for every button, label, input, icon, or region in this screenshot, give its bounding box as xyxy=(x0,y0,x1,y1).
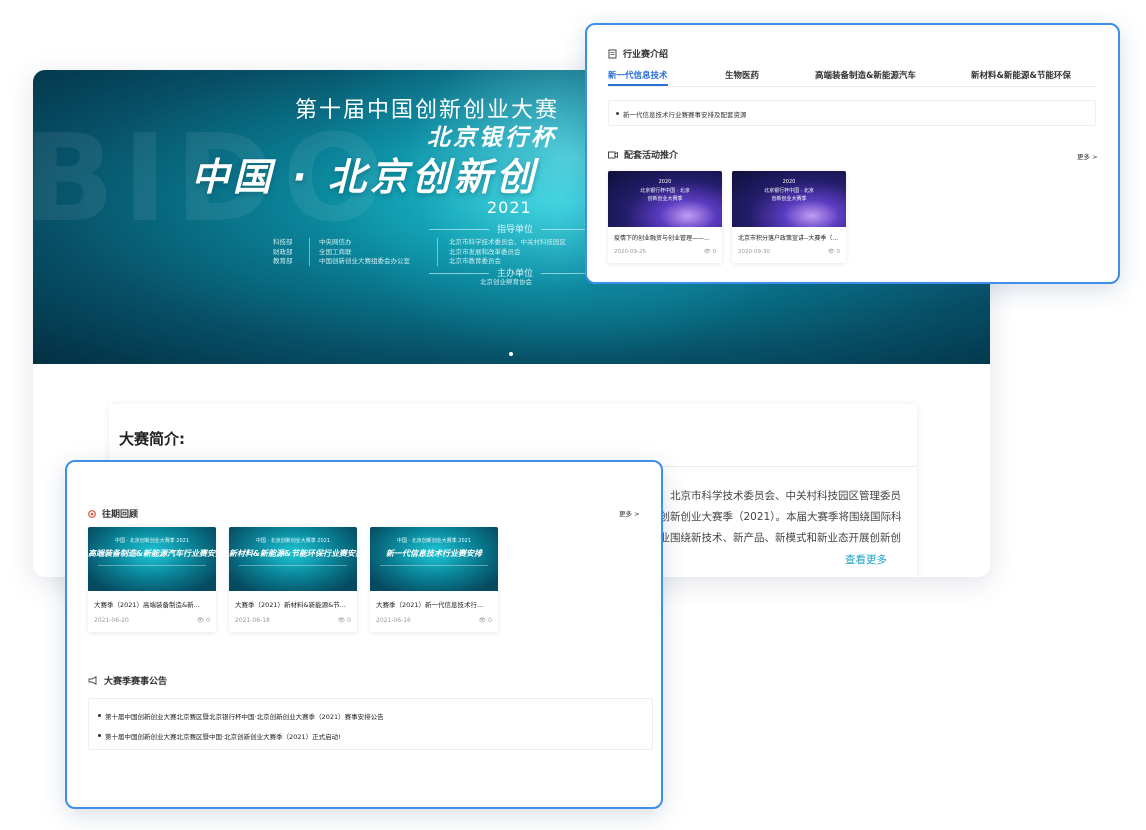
review-item-views: 👁 0 xyxy=(478,617,492,624)
activities-more-link[interactable]: 更多 > xyxy=(1077,151,1098,161)
activity-title: 北京市积分落户政策宣讲--大赛季（... xyxy=(738,235,839,242)
intro-text-line: 企业围绕新技术、新产品、新模式和新业态开展创新创 xyxy=(649,532,901,544)
active-tab-indicator xyxy=(608,84,668,86)
activity-card[interactable]: 2020 北京银行杯中国 · 北京 创新创业大赛季 疫情下的创业融资与创业管理—… xyxy=(608,171,722,263)
banner-title-line3: 中国 · 北京创新创 xyxy=(191,155,538,199)
review-item-views: 👁 0 xyxy=(337,617,351,624)
activity-title: 疫情下的创业融资与创业管理——... xyxy=(614,235,710,242)
banner-year: 2021 xyxy=(487,198,532,217)
review-card[interactable]: 中国 · 北京创新创业大赛季 2021 新材料&新能源&节能环保行业赛安排 大赛… xyxy=(229,527,357,632)
record-icon xyxy=(88,509,96,518)
activities-section-header: 配套活动推介 xyxy=(608,148,678,161)
activity-date: 2020-09-30 xyxy=(738,249,770,255)
carousel-dot[interactable] xyxy=(509,352,513,356)
notices-section-header: 大赛季赛事公告 xyxy=(88,674,167,687)
industry-section-header: 行业赛介绍 xyxy=(608,47,668,60)
notice-item[interactable]: 第十届中国创新创业大赛北京赛区暨北京银行杯中国·北京创新创业大赛季（2021）赛… xyxy=(98,711,384,721)
review-item-date: 2021-06-16 xyxy=(376,617,411,624)
tab-bar-divider xyxy=(608,86,1096,87)
review-more-link[interactable]: 更多 > xyxy=(619,508,640,518)
review-title: 往期回顾 xyxy=(102,510,139,520)
intro-text-line: 室、北京市科学技术委员会、中关村科技园区管理委员 xyxy=(649,490,901,502)
notices-list: 第十届中国创新创业大赛北京赛区暨北京银行杯中国·北京创新创业大赛季（2021）赛… xyxy=(88,698,653,750)
review-section-header: 往期回顾 xyxy=(88,507,138,520)
intro-title: 大赛简介: xyxy=(119,430,185,448)
guide-col-2: 中央网信办 全国工商联 中国创新创业大赛组委会办公室 xyxy=(319,238,410,265)
tab-biomedicine[interactable]: 生物医药 xyxy=(725,69,759,81)
review-panel: 往期回顾 更多 > 中国 · 北京创新创业大赛季 2021 高端装备制造&新能源… xyxy=(65,460,663,809)
document-icon xyxy=(608,49,617,58)
review-item-title: 大赛季（2021）高端装备制造&新... xyxy=(94,601,200,609)
review-thumbnail: 中国 · 北京创新创业大赛季 2021 新一代信息技术行业赛安排 xyxy=(370,527,498,591)
notices-title: 大赛季赛事公告 xyxy=(104,677,168,687)
review-card[interactable]: 中国 · 北京创新创业大赛季 2021 高端装备制造&新能源汽车行业赛安排 大赛… xyxy=(88,527,216,632)
review-thumbnail: 中国 · 北京创新创业大赛季 2021 高端装备制造&新能源汽车行业赛安排 xyxy=(88,527,216,591)
intro-text-line: 京创新创业大赛季（2021）。本届大赛季将围绕国际科 xyxy=(649,511,902,523)
activity-date: 2020-09-25 xyxy=(614,249,646,255)
tab-equipment-auto[interactable]: 高端装备制造&新能源汽车 xyxy=(815,69,916,81)
megaphone-icon xyxy=(88,676,97,685)
notice-item[interactable]: 第十届中国创新创业大赛北京赛区暨中国·北京创新创业大赛季（2021）正式启动! xyxy=(98,731,341,741)
banner-divider xyxy=(437,238,438,266)
activity-views: 👁 0 xyxy=(703,249,716,255)
review-item-title: 大赛季（2021）新一代信息技术行... xyxy=(376,601,484,609)
activity-thumbnail: 2020 北京银行杯中国 · 北京 创新创业大赛季 xyxy=(608,171,722,227)
industry-title: 行业赛介绍 xyxy=(623,50,669,60)
review-item-title: 大赛季（2021）新材料&新能源&节... xyxy=(235,601,346,609)
guide-col-3: 北京市科学技术委员会、中关村科技园区 北京市发展和改革委员会 北京市教育委员会 xyxy=(449,238,566,265)
view-more-link[interactable]: 查看更多 xyxy=(845,552,887,567)
banner-divider xyxy=(309,238,310,266)
review-item-date: 2021-06-18 xyxy=(235,617,270,624)
activities-title: 配套活动推介 xyxy=(624,151,679,161)
activity-views: 👁 0 xyxy=(827,249,840,255)
video-icon xyxy=(608,151,618,158)
host-organization: 北京创业孵育协会 xyxy=(480,278,532,286)
guide-units-heading: 指导单位 xyxy=(421,222,609,235)
activity-thumbnail: 2020 北京银行杯中国 · 北京 创新创业大赛季 xyxy=(732,171,846,227)
activity-card[interactable]: 2020 北京银行杯中国 · 北京 创新创业大赛季 北京市积分落户政策宣讲--大… xyxy=(732,171,846,263)
review-item-views: 👁 0 xyxy=(196,617,210,624)
industry-info-item[interactable]: 新一代信息技术行业赛赛事安排及配套资源 xyxy=(608,100,1096,126)
tab-materials-energy[interactable]: 新材料&新能源&节能环保 xyxy=(971,69,1071,81)
review-card[interactable]: 中国 · 北京创新创业大赛季 2021 新一代信息技术行业赛安排 大赛季（202… xyxy=(370,527,498,632)
industry-panel: 行业赛介绍 新一代信息技术 生物医药 高端装备制造&新能源汽车 新材料&新能源&… xyxy=(585,23,1120,284)
tab-info-tech[interactable]: 新一代信息技术 xyxy=(608,69,668,81)
review-thumbnail: 中国 · 北京创新创业大赛季 2021 新材料&新能源&节能环保行业赛安排 xyxy=(229,527,357,591)
guide-col-1: 科技部 财政部 教育部 xyxy=(273,238,293,265)
review-item-date: 2021-06-20 xyxy=(94,617,129,624)
